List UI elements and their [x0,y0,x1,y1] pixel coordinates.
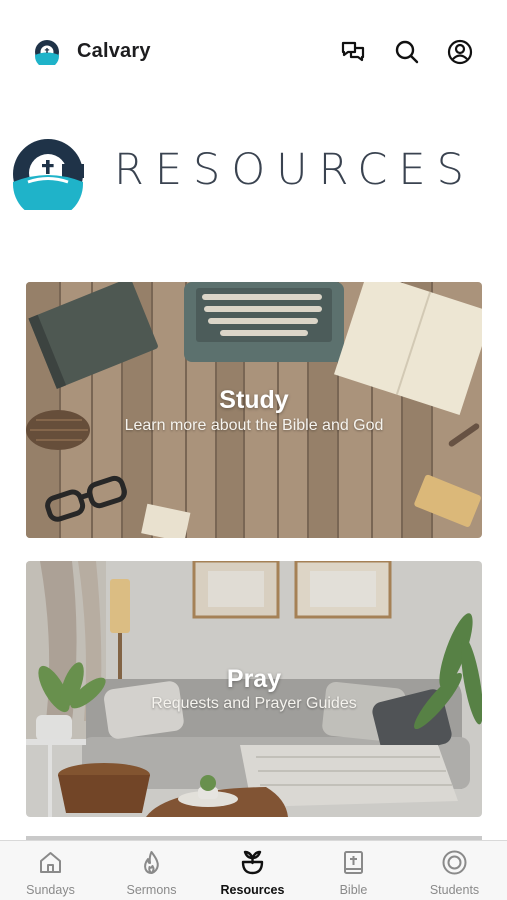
calvary-logo-icon[interactable] [34,39,60,65]
top-bar: Calvary [0,0,507,100]
nav-label-sermons: Sermons [126,883,177,897]
page-title: RESOURCES [114,145,475,195]
study-card[interactable]: Study Learn more about the Bible and God [26,282,482,538]
search-icon[interactable] [392,37,422,67]
flame-icon [144,851,159,874]
nav-label-students: Students [429,883,480,897]
resources-header: RESOURCES [0,130,507,220]
study-card-title: Study [219,386,289,414]
nav-label-resources: Resources [220,883,285,897]
plant-icon [241,850,264,875]
app-title: Calvary [77,40,151,62]
nav-label-bible: Bible [339,883,368,897]
pray-card[interactable]: Pray Requests and Prayer Guides [26,561,482,817]
pray-card-title: Pray [226,665,282,693]
pray-card-subtitle: Requests and Prayer Guides [151,695,357,712]
target-icon [442,850,467,875]
nav-item-sundays[interactable]: Sundays [0,841,101,900]
nav-label-sundays: Sundays [26,883,75,897]
messages-icon[interactable] [338,37,368,67]
bible-icon [344,851,363,874]
nav-item-students[interactable]: Students [404,841,505,900]
study-card-subtitle: Learn more about the Bible and God [124,417,384,434]
nav-item-bible[interactable]: Bible [303,841,404,900]
account-icon[interactable] [445,37,475,67]
home-icon [40,852,61,873]
nav-item-resources[interactable]: Resources [202,841,303,900]
nav-item-sermons[interactable]: Sermons [101,841,202,900]
calvary-brand-logo [13,139,84,210]
bottom-nav: Sundays Sermons Resources Bible Students [0,840,507,900]
